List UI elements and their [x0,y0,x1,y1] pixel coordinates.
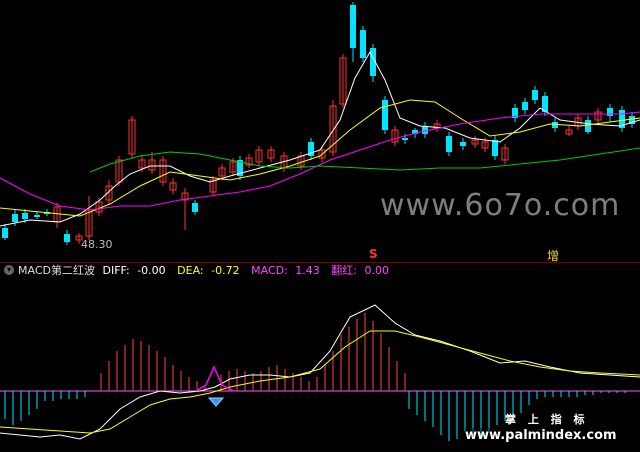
fanhong-readout: 翻红: 0.00 [331,264,389,277]
candle-body [360,30,366,58]
dea-readout: DEA: -0.72 [177,264,240,277]
low-price-label: 48.30 [81,238,113,251]
candle-body [522,102,528,110]
candle-body [64,234,70,242]
indicator-header: ▾ MACD第二红波 DIFF: -0.00 DEA: -0.72 MACD: 1… [0,263,640,279]
candle-body [460,142,466,146]
ma-xlong-line [89,147,640,173]
candle-body [12,214,18,222]
indicator-name[interactable]: MACD第二红波 [18,264,95,277]
candle-body [532,90,538,100]
candle-body [422,126,428,134]
candle-body [492,140,498,156]
candle-body [22,213,28,219]
collapse-icon[interactable]: ▾ [4,265,14,275]
candle-body [382,100,388,130]
candle-body [34,215,40,217]
diff-readout: DIFF: -0.00 [102,264,166,277]
macd-readout: MACD: 1.43 [251,264,320,277]
candle-body [446,136,452,152]
sell-signal-marker: S [369,247,378,261]
candle-body [607,108,613,116]
footer-brand: 掌 上 指 标 [505,413,589,426]
watermark: www.6o7o.com [380,188,621,223]
footer-url: www.palmindex.com [465,428,617,443]
candle-body [402,138,408,140]
diamond-signal-icon [207,397,225,407]
candle-body [2,228,8,238]
candle-body [350,5,356,48]
candle-body [585,120,591,132]
candle-body [192,203,198,212]
candle-body [552,122,558,128]
